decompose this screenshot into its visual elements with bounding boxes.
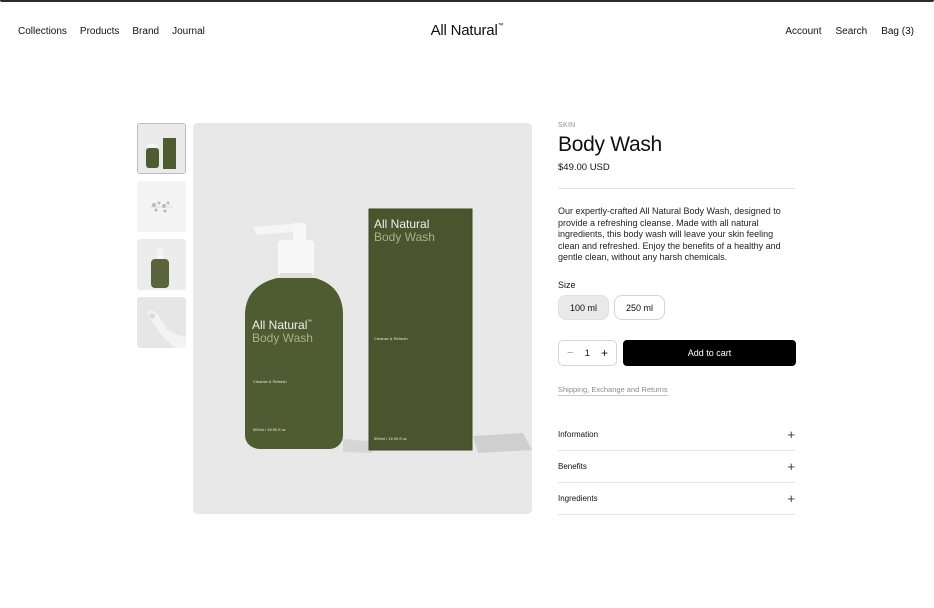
bottle-subtext: Cleanse & Refresh <box>253 379 287 384</box>
box-volume: 500ml / 16.90 fl oz <box>374 436 407 441</box>
box-brand-text: All Natural <box>374 217 429 231</box>
window-top-edge <box>0 0 934 2</box>
hand-icon <box>137 297 186 348</box>
logo-trademark: ™ <box>497 23 504 29</box>
accordion-information[interactable]: Information + <box>558 418 795 450</box>
thumbnail-flowers[interactable] <box>137 181 186 232</box>
accordion-ingredients[interactable]: Ingredients + <box>558 482 795 514</box>
bottle-product-text: Body Wash <box>252 331 313 345</box>
accordion-benefits-label: Benefits <box>558 461 587 471</box>
product-title: Body Wash <box>558 133 662 156</box>
product-photo: All Natural ™ Body Wash Cleanse & Refres… <box>193 123 532 514</box>
size-option-250ml[interactable]: 250 ml <box>614 295 665 320</box>
add-to-cart-button[interactable]: Add to cart <box>623 340 796 366</box>
quantity-stepper: − 1 + <box>558 340 617 366</box>
bottle-brand-text: All Natural <box>252 318 307 332</box>
divider <box>558 188 795 189</box>
box-subtext: Cleanse & Refresh <box>374 336 408 341</box>
product-description: Our expertly-crafted All Natural Body Wa… <box>558 206 781 263</box>
increase-quantity-button[interactable]: + <box>601 346 608 360</box>
nav-account[interactable]: Account <box>785 26 821 37</box>
box-product-text: Body Wash <box>374 230 435 244</box>
quantity-value: 1 <box>584 347 590 359</box>
product-main-image[interactable]: All Natural ™ Body Wash Cleanse & Refres… <box>193 123 532 514</box>
logo-text: All Natural <box>430 22 498 39</box>
shipping-returns-link[interactable]: Shipping, Exchange and Returns <box>558 385 668 396</box>
nav-search[interactable]: Search <box>836 26 868 37</box>
plus-icon: + <box>787 490 795 506</box>
bottle-brand-mark: ™ <box>307 319 312 325</box>
size-option-100ml[interactable]: 100 ml <box>558 295 609 320</box>
plus-icon: + <box>787 458 795 474</box>
plus-icon: + <box>787 426 795 442</box>
product-set-icon <box>138 124 185 173</box>
product-category: SKIN <box>558 122 576 129</box>
account-nav: Account Search Bag (3) <box>785 26 914 37</box>
bottle-volume: 500ml / 16.90 fl oz <box>253 427 286 432</box>
thumbnail-product-set[interactable] <box>137 123 186 174</box>
divider <box>558 514 795 515</box>
flowers-icon <box>137 181 186 232</box>
thumbnail-hand[interactable] <box>137 297 186 348</box>
nav-bag[interactable]: Bag (3) <box>881 26 914 37</box>
decrease-quantity-button[interactable]: − <box>567 347 573 359</box>
accordion-benefits[interactable]: Benefits + <box>558 450 795 482</box>
accordion-information-label: Information <box>558 429 599 439</box>
accordion-ingredients-label: Ingredients <box>558 493 598 503</box>
bottle-icon <box>137 239 186 290</box>
size-label: Size <box>558 280 576 290</box>
product-price: $49.00 USD <box>558 162 610 173</box>
thumbnail-bottle[interactable] <box>137 239 186 290</box>
